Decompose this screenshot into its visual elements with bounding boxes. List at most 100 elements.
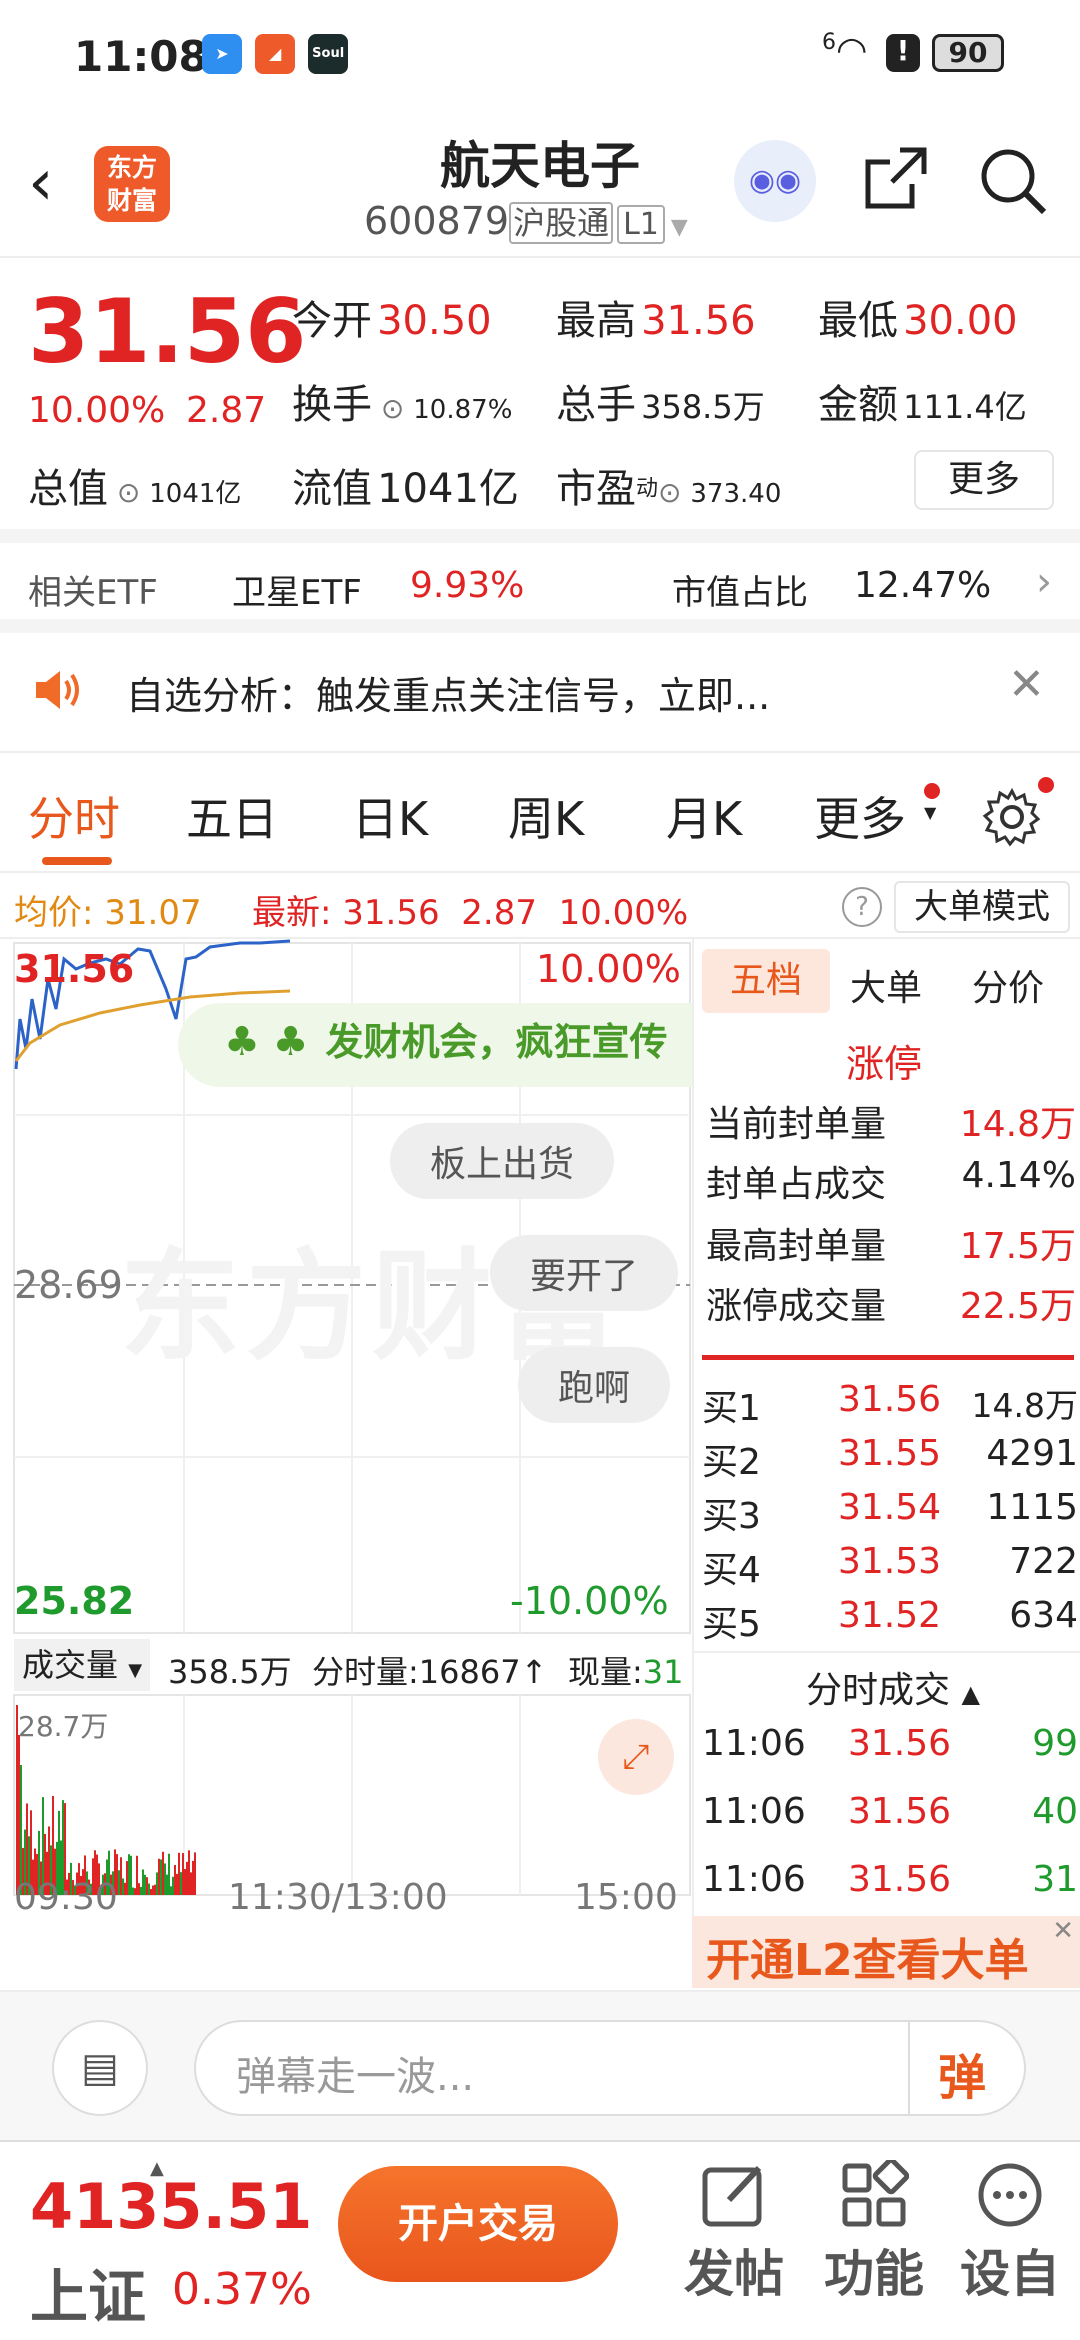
status-time: 11:08 (74, 32, 208, 81)
volume-bar (162, 1851, 164, 1895)
chevron-down-icon: ▼ (924, 803, 937, 822)
more-button[interactable]: 更多 (914, 450, 1054, 510)
help-icon[interactable]: ? (842, 887, 882, 927)
quote-panel: 31.56 10.00% 2.87 总值 ⊙ 1041亿 今开 30.50 最高… (0, 258, 1080, 543)
tab-more[interactable]: 更多 (814, 783, 906, 849)
notice-banner[interactable]: 自选分析：触发重点关注信号，立即... ✕ (0, 633, 1080, 753)
volume-bar (124, 1882, 126, 1895)
big-order-mode-button[interactable]: 大单模式 (894, 881, 1070, 933)
danmu-input[interactable]: 弹幕走一波... 弹 (194, 2020, 1026, 2116)
tab-intraday[interactable]: 分时 (28, 783, 120, 849)
danmu-bubble[interactable]: 板上出货 (390, 1123, 615, 1199)
intraday-chart[interactable]: 东方财富 31.56 10.00% 28.69 25.82 -10.00% ♣ … (0, 939, 692, 1939)
volume-bar (190, 1872, 192, 1895)
open-account-trade-button[interactable]: 开户交易 (338, 2166, 618, 2282)
logo-text: 东方 (106, 153, 157, 182)
battery-icon: 90 (932, 34, 1004, 72)
low-price: 最低 30.00 (818, 298, 1018, 344)
close-icon[interactable]: ✕ (1008, 659, 1045, 710)
high-price: 最高 31.56 (556, 298, 756, 344)
l2-upgrade-banner[interactable]: 开通L2查看大单 ✕ (692, 1916, 1080, 1988)
app-logo: 东方 财富 (94, 146, 170, 222)
tab-weekly-k[interactable]: 周K (508, 783, 584, 849)
etf-name: 卫星ETF (232, 573, 362, 613)
more-dots-icon (978, 2163, 1042, 2227)
index-pct: 0.37% (172, 2264, 312, 2315)
volume-bar (160, 1859, 162, 1895)
assistant-avatar[interactable]: ◉◉ (734, 140, 816, 222)
tab-monthly-k[interactable]: 月K (666, 783, 742, 849)
danmu-placeholder: 弹幕走一波... (236, 2054, 475, 2100)
stock-code-row[interactable]: 600879 沪股通 L1 ▼ (364, 198, 688, 244)
index-value[interactable]: 4135.51 (30, 2170, 312, 2243)
tab-daily-k[interactable]: 日K (352, 783, 428, 849)
volume-bar (154, 1884, 156, 1895)
level-badge: L1 (617, 205, 665, 244)
total-volume: 总手 358.5万 (556, 382, 765, 428)
bid-row-1[interactable]: 买1 31.56 14.8万 (702, 1379, 1078, 1433)
tab-price-dist[interactable]: 分价 (972, 959, 1044, 1011)
market-badge: 沪股通 (509, 202, 614, 244)
related-etf-row[interactable]: 相关ETF 卫星ETF 9.93% 市值占比 12.47% › (0, 543, 1080, 633)
current-volume: 现量:31 (568, 1653, 684, 1691)
tab-five-day[interactable]: 五日 (186, 783, 278, 849)
limit-up-label: 涨停 (846, 1042, 923, 1086)
change-pct: 10.00% (28, 390, 166, 431)
volume-selector[interactable]: 成交量 ▼ (14, 1639, 151, 1691)
volume-bar (18, 1735, 20, 1895)
danmu-bubble[interactable]: 要开了 (490, 1235, 679, 1311)
volume-bar (136, 1855, 138, 1895)
volume-bar (152, 1885, 154, 1895)
volume-bar (192, 1860, 194, 1895)
volume-bar (164, 1863, 166, 1895)
danmu-settings-icon[interactable]: ▤ (52, 2020, 148, 2116)
volume-bar (174, 1864, 176, 1895)
tab-big-order[interactable]: 大单 (850, 959, 922, 1011)
expand-icon[interactable]: ⤢ (598, 1719, 674, 1795)
bid-row-4[interactable]: 买4 31.53 722 (702, 1541, 1078, 1595)
trade-row: 11:06 31.56 99 (702, 1723, 1078, 1764)
etf-weight-label: 市值占比 (672, 573, 808, 613)
chevron-up-icon: ▲ (961, 1680, 980, 1708)
volume-bar (130, 1855, 132, 1895)
bid-row-2[interactable]: 买2 31.55 4291 (702, 1433, 1078, 1487)
tab-five-level[interactable]: 五档 (702, 949, 830, 1013)
time-start: 09:30 (14, 1877, 118, 1918)
alert-icon: ! (886, 34, 920, 72)
promo-danmu[interactable]: ♣ ♣ 发财机会，疯狂宣传 (178, 1003, 692, 1087)
danmu-send-button[interactable]: 弹 (938, 2038, 986, 2108)
close-icon[interactable]: ✕ (1052, 1916, 1074, 1946)
plant-icon: ♣ ♣ (224, 1019, 309, 1065)
share-icon[interactable] (860, 144, 930, 214)
function-button[interactable]: 功能 (812, 2157, 936, 2306)
chevron-down-icon: ▼ (670, 215, 688, 240)
speaker-icon (34, 667, 84, 713)
header: ‹ 东方 财富 航天电子 600879 沪股通 L1 ▼ ◉◉ (0, 118, 1080, 258)
volume-bar (156, 1872, 158, 1895)
customize-button[interactable]: 设自 (948, 2160, 1072, 2306)
notification-dot (1038, 777, 1054, 793)
bid-row-3[interactable]: 买3 31.54 1115 (702, 1487, 1078, 1541)
danmu-bar: ▤ 弹幕走一波... 弹 (0, 1990, 1080, 2140)
trade-row: 11:06 31.56 40 (702, 1791, 1078, 1832)
volume-bar (148, 1883, 150, 1895)
stat-row: 当前封单量 14.8万 (706, 1104, 1076, 1145)
volume-bar (158, 1858, 160, 1895)
trade-row: 11:06 31.56 31 (702, 1859, 1078, 1900)
wifi-icon: 6◠ (822, 30, 868, 71)
back-icon[interactable]: ‹ (28, 146, 54, 220)
gear-icon[interactable] (982, 787, 1042, 847)
danmu-bubble[interactable]: 跑啊 (518, 1347, 671, 1423)
volume-bar (120, 1857, 122, 1895)
post-button[interactable]: 发帖 (672, 2160, 796, 2306)
index-name[interactable]: 上证 (30, 2250, 146, 2334)
trades-header[interactable]: 分时成交 ▲ (806, 1661, 980, 1713)
volume-bar (178, 1852, 180, 1895)
volume-bar (128, 1854, 130, 1895)
search-icon[interactable] (976, 144, 1048, 216)
turnover-rate: 换手 ⊙ 10.87% (292, 382, 513, 428)
volume-bar (126, 1861, 128, 1895)
volume-bar (166, 1874, 168, 1895)
volume-bar (144, 1874, 146, 1895)
bid-row-5[interactable]: 买5 31.52 634 (702, 1595, 1078, 1649)
